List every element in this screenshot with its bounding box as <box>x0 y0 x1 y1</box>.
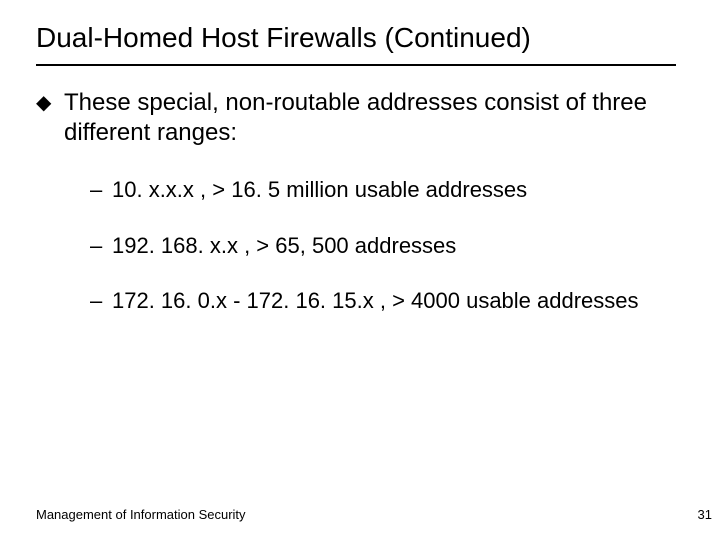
slide-body: ◆ These special, non-routable addresses … <box>36 88 684 315</box>
intro-text: These special, non-routable addresses co… <box>64 88 684 148</box>
slide-title: Dual-Homed Host Firewalls (Continued) <box>36 22 684 54</box>
footer-text: Management of Information Security <box>36 507 246 522</box>
dash-bullet-icon: – <box>90 176 112 204</box>
dash-bullet-icon: – <box>90 287 112 315</box>
sub-bullet-item: – 192. 168. x.x , > 65, 500 addresses <box>90 232 684 260</box>
range-text-1: 10. x.x.x , > 16. 5 million usable addre… <box>112 176 684 204</box>
diamond-bullet-icon: ◆ <box>36 88 64 148</box>
slide: Dual-Homed Host Firewalls (Continued) ◆ … <box>0 0 720 540</box>
bullet-item-intro: ◆ These special, non-routable addresses … <box>36 88 684 148</box>
page-number: 31 <box>698 507 712 522</box>
range-text-3: 172. 16. 0.x - 172. 16. 15.x , > 4000 us… <box>112 287 684 315</box>
dash-bullet-icon: – <box>90 232 112 260</box>
range-text-2: 192. 168. x.x , > 65, 500 addresses <box>112 232 684 260</box>
title-underline <box>36 64 676 66</box>
sub-bullet-item: – 172. 16. 0.x - 172. 16. 15.x , > 4000 … <box>90 287 684 315</box>
sub-bullet-item: – 10. x.x.x , > 16. 5 million usable add… <box>90 176 684 204</box>
